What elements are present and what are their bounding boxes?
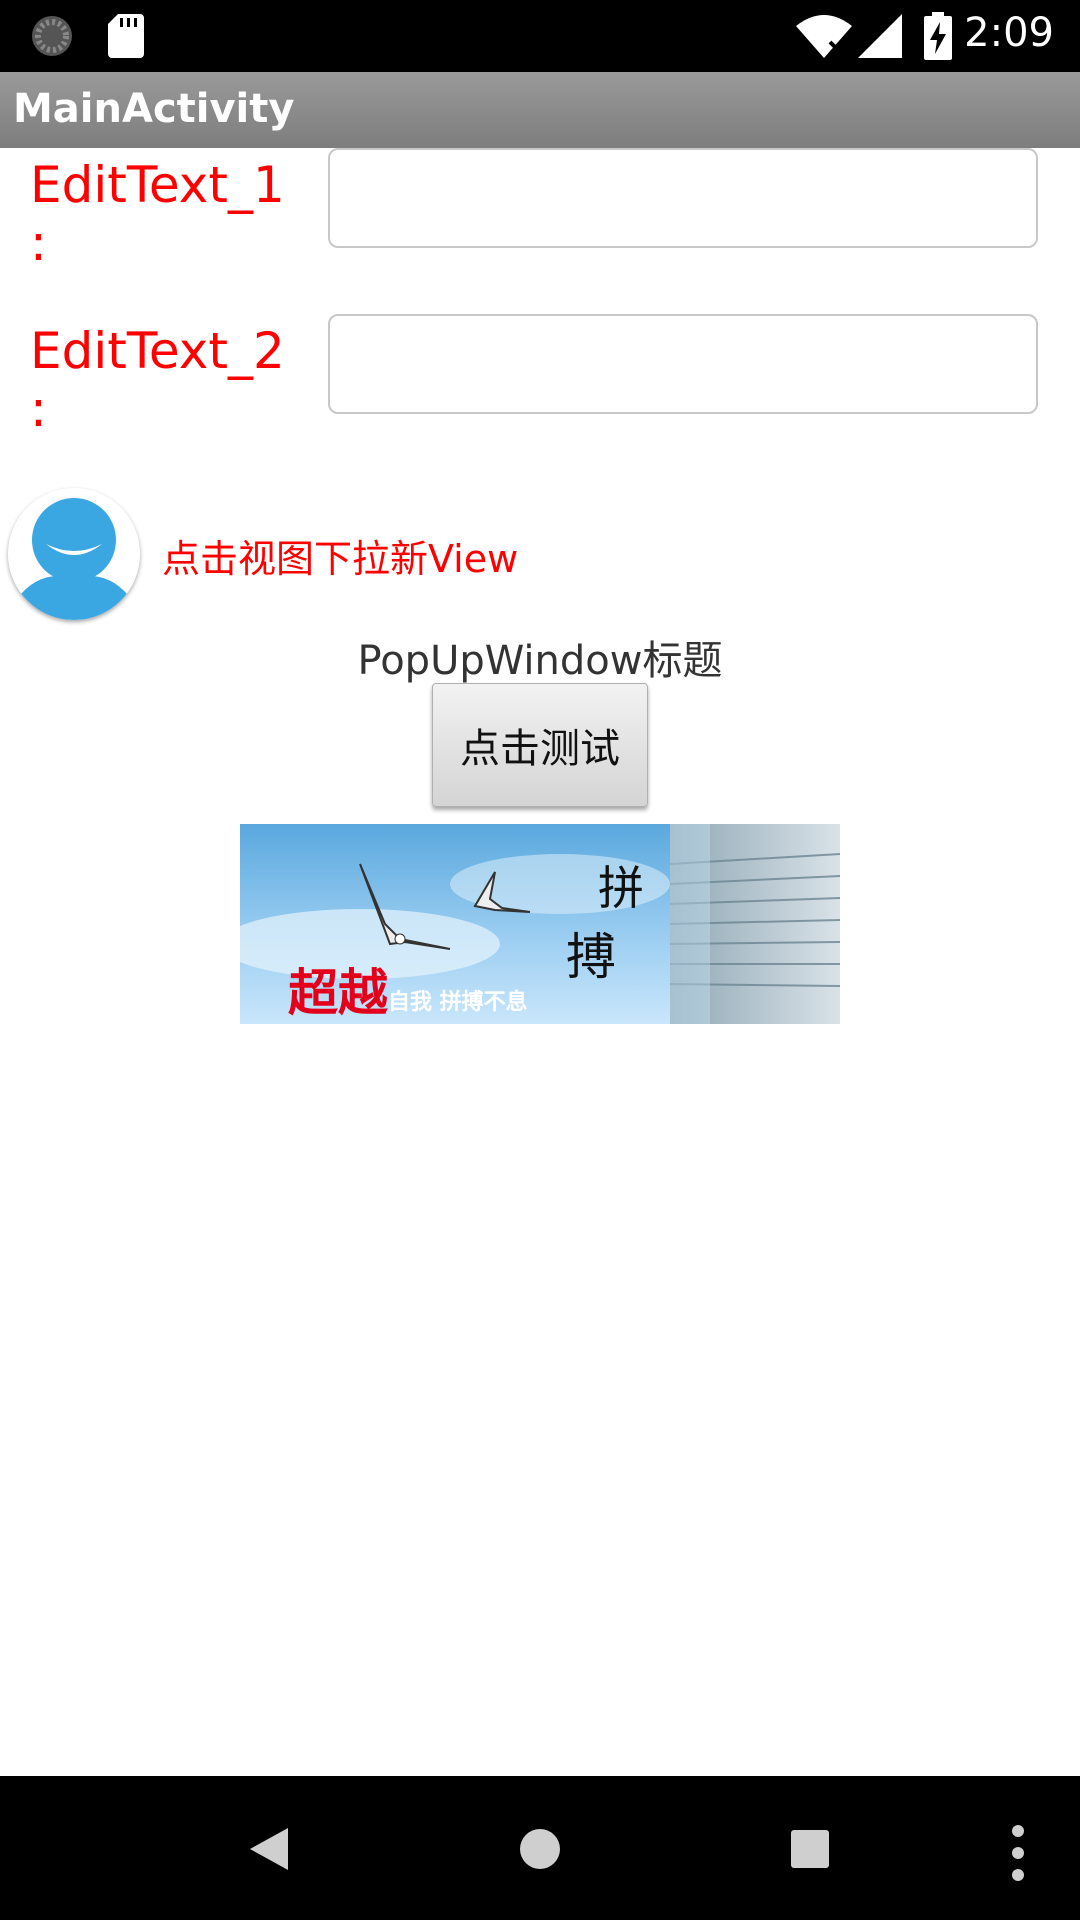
edittext-1-input[interactable] — [328, 148, 1038, 248]
home-icon[interactable] — [520, 1829, 560, 1869]
dropdown-view-trigger[interactable]: 点击视图下拉新View — [162, 528, 518, 583]
banner-calligraphy-2: 搏 — [566, 928, 616, 986]
loading-spinner-icon — [32, 16, 72, 56]
edittext-1-label: EditText_1 : — [30, 156, 285, 272]
banner-image: 拼 搏 超越 自我 拼搏不息 — [240, 824, 840, 1024]
banner-calligraphy-1: 拼 — [598, 861, 644, 915]
app-title: MainActivity — [13, 86, 295, 132]
recents-icon[interactable] — [791, 1830, 829, 1868]
popup-title: PopUpWindow标题 — [357, 638, 723, 684]
overflow-menu-icon[interactable] — [1010, 1824, 1026, 1882]
back-icon[interactable] — [250, 1828, 290, 1870]
edittext-2-input[interactable] — [328, 314, 1038, 414]
avatar[interactable] — [8, 488, 140, 620]
action-bar: MainActivity — [0, 72, 1080, 148]
sd-card-icon — [108, 14, 144, 58]
test-button[interactable]: 点击测试 — [432, 683, 648, 807]
battery-charging-icon — [924, 12, 952, 60]
banner-main-text: 超越 — [288, 964, 389, 1022]
banner-sub-text: 自我 拼搏不息 — [388, 989, 528, 1015]
signal-icon — [858, 14, 902, 58]
navigation-bar — [0, 1776, 1080, 1920]
user-avatar-icon — [8, 488, 140, 620]
clock: 2:09 — [964, 10, 1054, 56]
edittext-2-label: EditText_2 : — [30, 322, 285, 438]
status-bar: 2:09 — [0, 0, 1080, 72]
wifi-icon — [796, 15, 852, 58]
